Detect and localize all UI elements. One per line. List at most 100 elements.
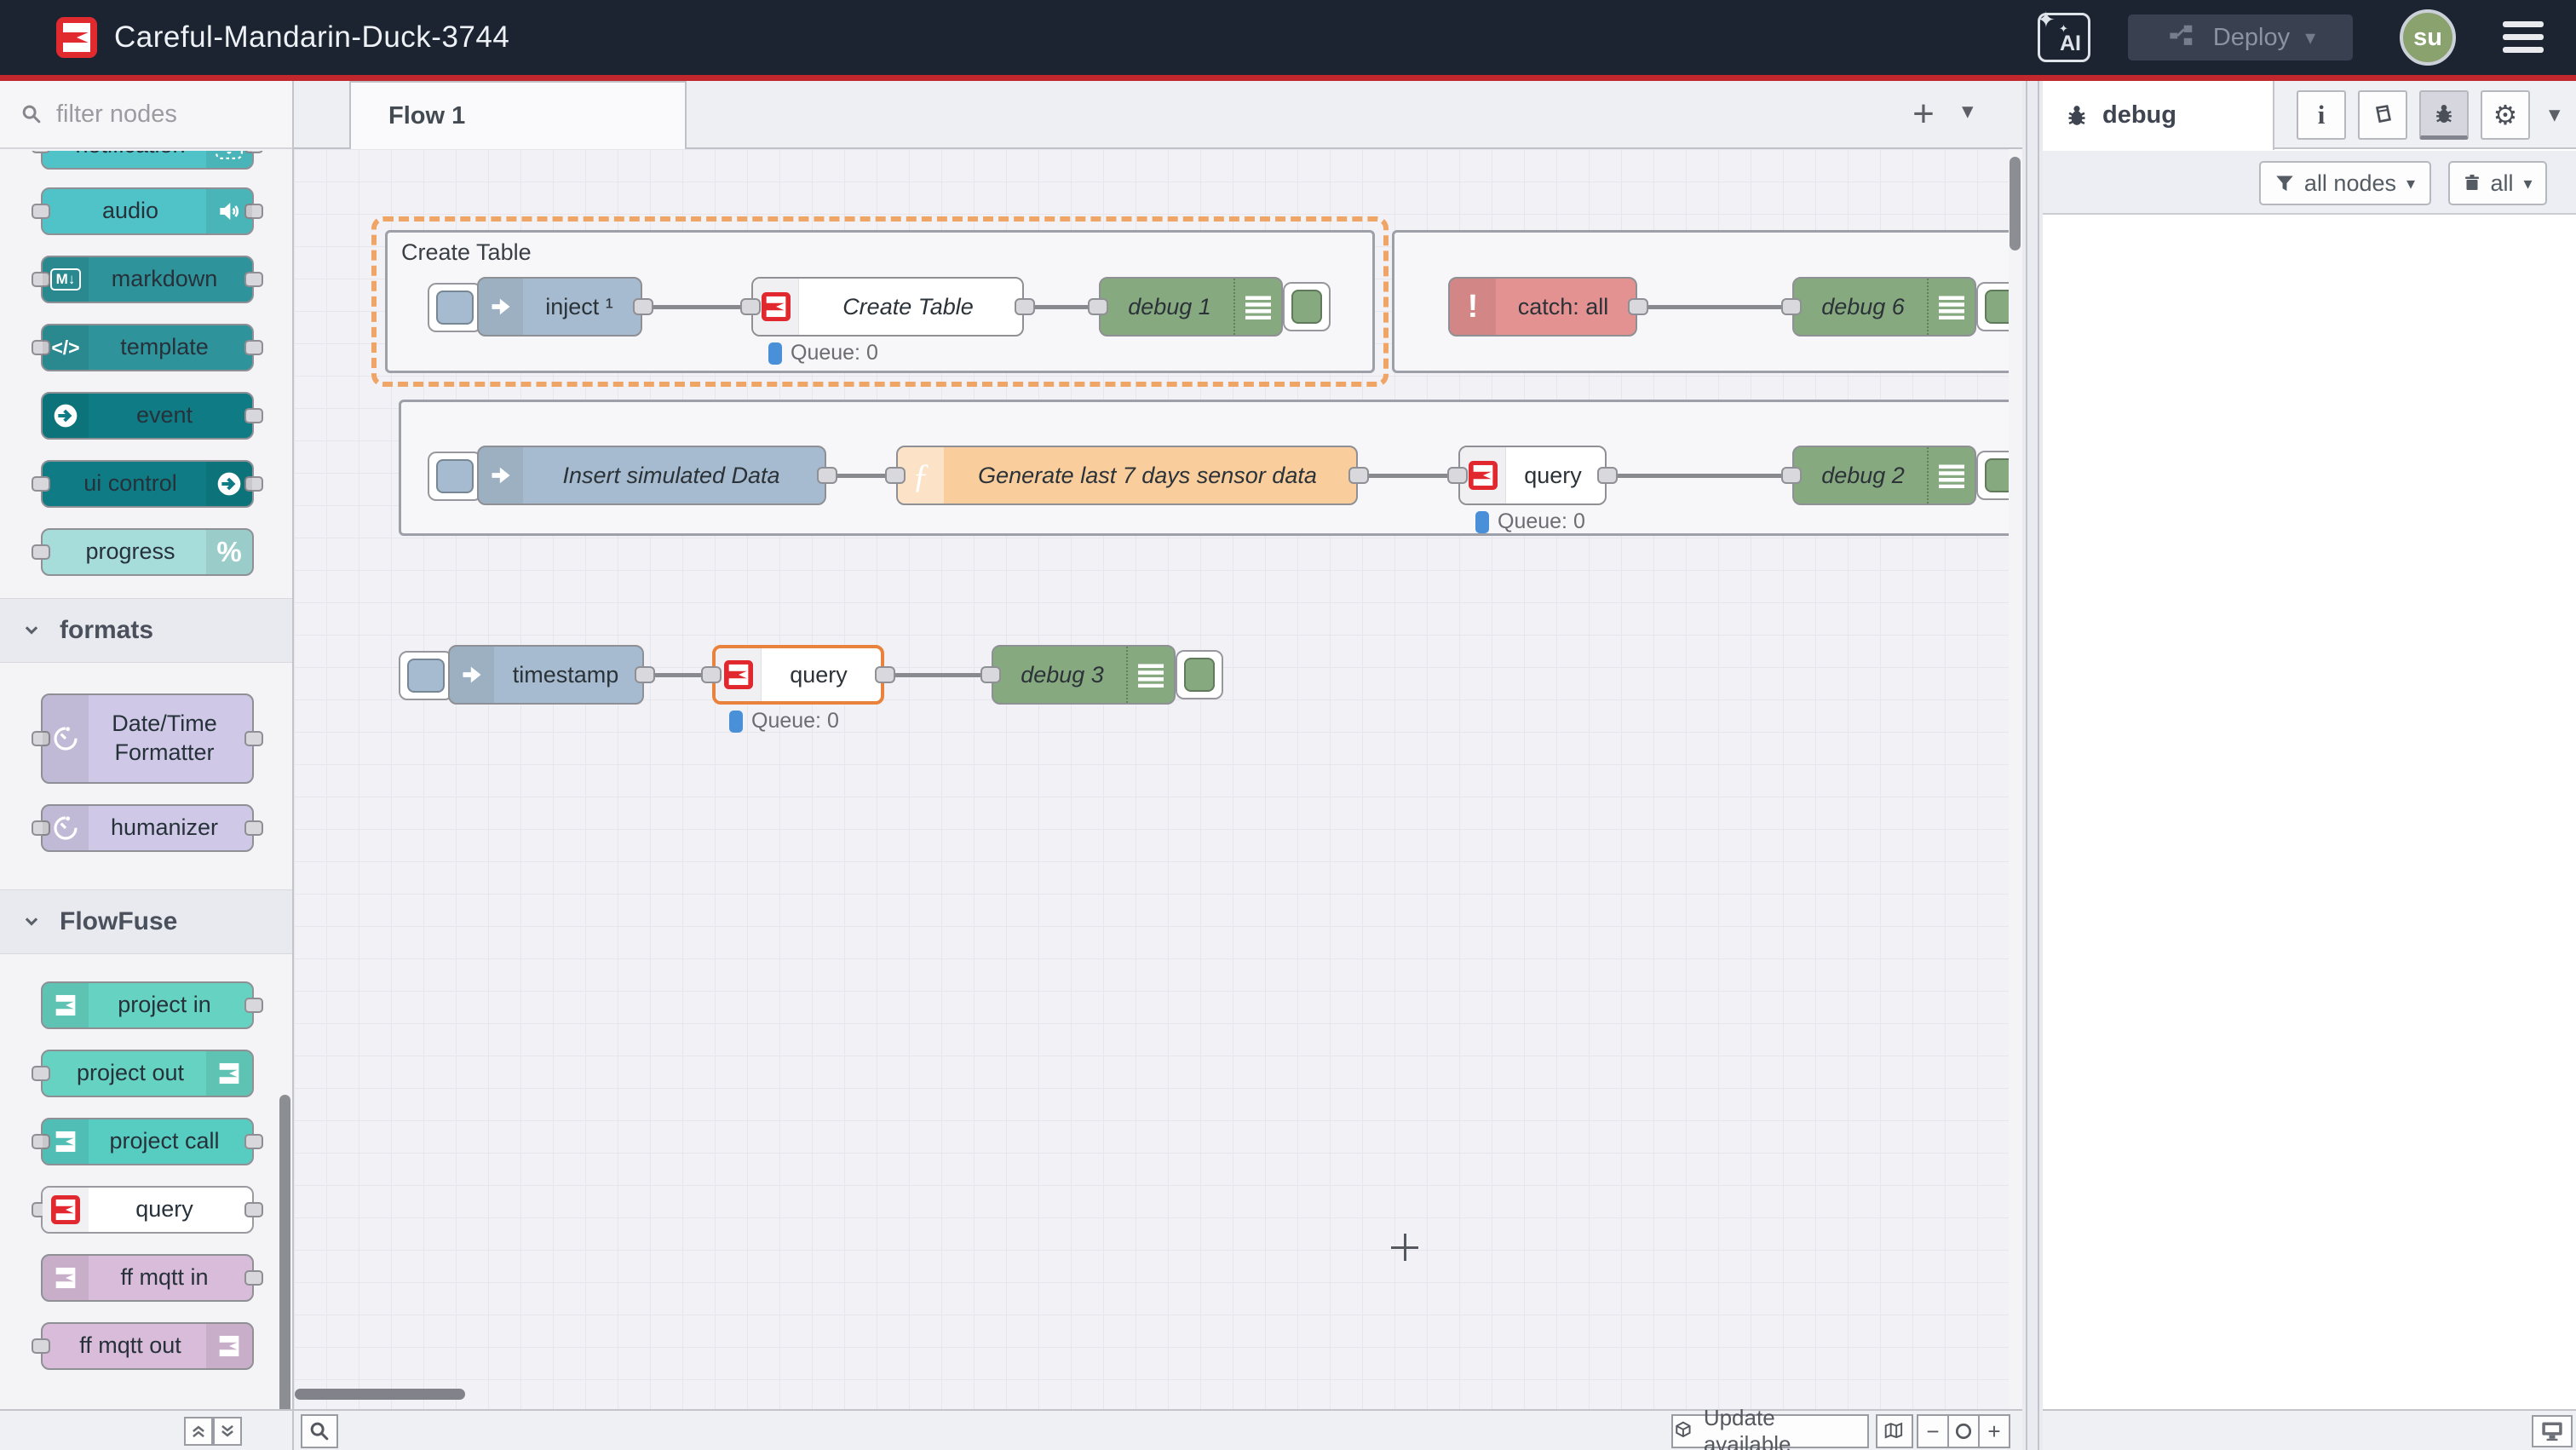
node-input-port [32,151,50,153]
palette-node-ff-mqtt-out[interactable]: ff mqtt out [41,1322,254,1370]
flow-node-debug-6[interactable]: debug 6 [1792,277,1976,337]
palette-section-formats[interactable]: formats [0,598,292,663]
node-output-port[interactable] [635,666,655,683]
node-output-port[interactable] [875,666,895,683]
flowfuse-logo-icon[interactable] [56,17,97,58]
palette-scrollbar[interactable] [279,1095,290,1450]
debug-toggle-button[interactable] [1976,451,2009,500]
flow-canvas[interactable]: Create Tableinject ¹Create TableQueue: 0… [294,149,2009,1409]
deploy-button[interactable]: Deploy ▾ [2128,14,2353,60]
tab-flow-1[interactable]: Flow 1 [349,81,687,150]
palette-node-progress[interactable]: %progress [41,528,254,576]
debug-sidebar-button[interactable] [2419,90,2469,140]
node-input-port[interactable] [980,666,1001,683]
node-output-port[interactable] [817,467,837,484]
wire[interactable] [644,305,755,309]
package-icon [1673,1421,1693,1441]
node-input-port[interactable] [1781,467,1802,484]
open-console-button[interactable] [2532,1415,2573,1447]
palette-section-flowfuse[interactable]: FlowFuse [0,889,292,954]
node-output-port[interactable] [1628,298,1648,315]
sidebar-splitter[interactable] [2022,81,2043,1450]
palette-node-ff-mqtt-in[interactable]: ff mqtt in [41,1254,254,1302]
flow-node-debug-3[interactable]: debug 3 [992,645,1176,705]
sidebar-tabs-caret-icon[interactable]: ▾ [2549,101,2561,128]
palette-node-notification[interactable]: notification [41,151,254,170]
node-output-port [244,731,263,746]
palette-node-event[interactable]: event [41,392,254,440]
palette-node-ui-control[interactable]: ui control [41,460,254,508]
app-window: Careful-Mandarin-Duck-3744 ✦ ✦ AI Deploy… [0,0,2576,1450]
update-available-button[interactable]: Update available [1671,1414,1869,1448]
navigator-map-button[interactable] [1876,1414,1913,1448]
canvas-horizontal-scrollbar[interactable] [295,1389,465,1400]
node-output-port[interactable] [1015,298,1035,315]
flow-node-debug-2[interactable]: debug 2 [1792,446,1976,505]
node-output-port[interactable] [1597,467,1618,484]
flow-node-inject-1[interactable]: inject ¹ [477,277,642,337]
flow-node-create-table[interactable]: Create Table [751,277,1024,337]
canvas-search-button[interactable] [301,1414,338,1448]
inject-trigger-button[interactable] [428,452,482,501]
canvas-scroll-gutter [2009,149,2022,1409]
info-sidebar-button[interactable]: i [2297,90,2346,140]
debug-clear-button[interactable]: all ▾ [2448,161,2547,205]
palette-node-date-time-formatter[interactable]: Date/Time Formatter [41,693,254,784]
inject-trigger-button[interactable] [428,283,482,332]
palette-node-humanizer[interactable]: humanizer [41,804,254,852]
main-menu-button[interactable] [2503,21,2544,60]
node-input-port[interactable] [1447,467,1468,484]
config-sidebar-button[interactable]: ⚙ [2481,90,2530,140]
status-dot-icon [729,711,743,733]
wire[interactable] [1356,474,1462,478]
markdown-icon: M↓ [43,257,89,302]
debug-filter-bar: all nodes ▾ all ▾ [2043,151,2576,215]
node-input-port[interactable] [701,666,722,683]
palette-node-markdown[interactable]: M↓markdown [41,256,254,303]
palette-node-audio[interactable]: audio [41,187,254,235]
palette-node-query[interactable]: query [41,1186,254,1234]
tab-debug[interactable]: debug [2043,81,2274,150]
zoom-reset-button[interactable] [1947,1414,1980,1448]
debug-toggle-button[interactable] [1176,650,1223,699]
debug-toggle-button[interactable] [1976,282,2009,331]
flow-node-insert-simulated-data[interactable]: Insert simulated Data [477,446,826,505]
palette-node-template[interactable]: </>template [41,324,254,371]
zoom-out-button[interactable]: − [1917,1414,1949,1448]
flow-node-generate-last-7-days[interactable]: ƒGenerate last 7 days sensor data [896,446,1358,505]
flow-list-caret-icon[interactable]: ▾ [1962,98,1974,124]
flow-node-debug-1[interactable]: debug 1 [1099,277,1283,337]
palette-filter-input[interactable]: filter nodes [0,81,292,149]
node-output-port[interactable] [1348,467,1369,484]
debug-toggle-button[interactable] [1283,282,1331,331]
collapse-all-categories-button[interactable] [184,1417,213,1446]
arrow-circle-icon [206,462,252,506]
canvas-vertical-scrollbar[interactable] [2010,157,2021,250]
debug-filter-button[interactable]: all nodes ▾ [2259,161,2431,205]
flow-node-timestamp[interactable]: timestamp [448,645,644,705]
ff-icon [43,1119,89,1164]
palette-node-project-in[interactable]: project in [41,981,254,1029]
node-input-port[interactable] [740,298,761,315]
flow-node-catch-all[interactable]: !catch: all [1448,277,1637,337]
node-output-port[interactable] [633,298,653,315]
user-avatar[interactable]: su [2400,9,2456,66]
help-sidebar-button[interactable] [2358,90,2407,140]
palette-node-project-out[interactable]: project out [41,1050,254,1097]
expand-all-categories-button[interactable] [213,1417,242,1446]
wire[interactable] [883,673,995,677]
zoom-in-button[interactable]: + [1978,1414,2010,1448]
ai-assistant-button[interactable]: ✦ ✦ AI [2038,13,2090,62]
wire[interactable] [1636,305,1794,309]
flow-node-query-2[interactable]: query [1458,446,1607,505]
node-input-port[interactable] [885,467,906,484]
node-input-port[interactable] [1088,298,1108,315]
speaker-icon [206,189,252,233]
inject-trigger-button[interactable] [399,651,453,700]
deploy-options-caret-icon[interactable]: ▾ [2305,26,2315,50]
palette-node-project-call[interactable]: project call [41,1118,254,1165]
flow-node-query-3[interactable]: query [712,645,884,705]
wire[interactable] [1605,474,1794,478]
add-flow-button[interactable]: + [1900,89,1947,139]
node-input-port[interactable] [1781,298,1802,315]
